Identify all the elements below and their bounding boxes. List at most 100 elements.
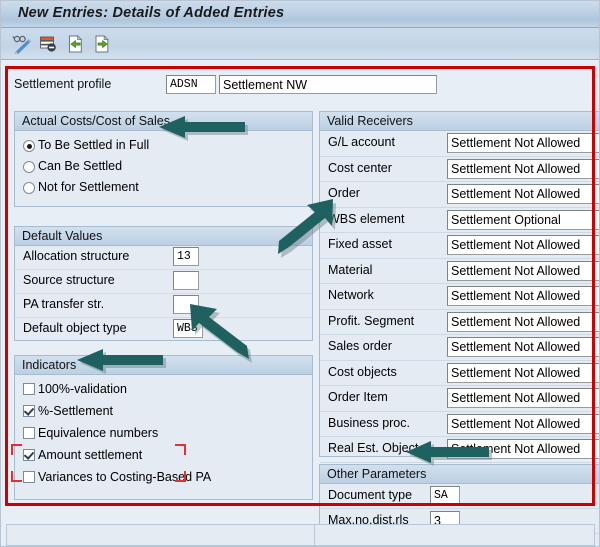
panel-default-values-title: Default Values: [22, 229, 103, 243]
receiver-row-wbs-element: WBS element Settlement Optional: [320, 208, 599, 233]
select-cost-center[interactable]: Settlement Not Allowed: [447, 158, 599, 179]
label-document-type: Document type: [328, 488, 413, 502]
label-network: Network: [328, 288, 374, 302]
label-cost-center: Cost center: [328, 160, 392, 175]
settlement-profile-row: Settlement profile ADSN Settlement NW: [14, 75, 444, 95]
panel-default-values-header: Default Values: [15, 227, 312, 246]
receiver-row-network: Network Settlement Not Allowed: [320, 284, 599, 310]
radio-can-be-settled[interactable]: [23, 161, 35, 173]
delete-row-icon[interactable]: [39, 34, 59, 54]
receiver-row-order: Order Settlement Not Allowed: [320, 182, 599, 208]
radio-row-can-be-settled[interactable]: Can Be Settled: [15, 157, 312, 178]
copy-previous-icon[interactable]: [66, 34, 86, 54]
checkbox-row-amount-settlement[interactable]: Amount settlement: [15, 445, 312, 467]
select-real-est-object[interactable]: Settlement Not Allowed: [447, 439, 599, 459]
panel-default-values: Default Values Allocation structure 13 S…: [14, 226, 313, 341]
checkbox-row-100-validation[interactable]: 100%-validation: [15, 379, 312, 401]
label-business-proc: Business proc.: [328, 415, 410, 430]
label-source-structure: Source structure: [23, 273, 115, 287]
select-business-proc[interactable]: Settlement Not Allowed: [447, 413, 599, 434]
checkbox-row-percent-settlement[interactable]: %-Settlement: [15, 401, 312, 423]
radio-row-not-for-settlement[interactable]: Not for Settlement: [15, 178, 312, 199]
radio-label-1: Can Be Settled: [38, 159, 123, 173]
checkbox-variances-costing-based-pa[interactable]: [23, 471, 35, 483]
receiver-row-business-proc: Business proc. Settlement Not Allowed: [320, 412, 599, 437]
panel-actual-costs-body: To Be Settled in Full Can Be Settled Not…: [15, 131, 312, 199]
select-material[interactable]: Settlement Not Allowed: [447, 260, 599, 281]
label-material: Material: [328, 262, 373, 277]
select-profit-segment[interactable]: Settlement Not Allowed: [447, 311, 599, 332]
input-allocation-structure[interactable]: 13: [173, 247, 199, 266]
select-order-item[interactable]: Settlement Not Allowed: [447, 388, 599, 408]
panel-actual-costs: Actual Costs/Cost of Sales To Be Settled…: [14, 111, 313, 207]
input-source-structure[interactable]: [173, 271, 199, 290]
radio-label-2: Not for Settlement: [38, 180, 139, 194]
label-profit-segment: Profit. Segment: [328, 313, 415, 328]
label-fixed-asset: Fixed asset: [328, 237, 392, 251]
receiver-row-order-item: Order Item Settlement Not Allowed: [320, 386, 599, 412]
settlement-profile-label: Settlement profile: [14, 77, 112, 91]
checkbox-100-validation[interactable]: [23, 383, 35, 395]
input-document-type[interactable]: SA: [430, 486, 460, 505]
checkbox-percent-settlement[interactable]: [23, 405, 35, 417]
param-row-document-type: Document type SA: [320, 484, 599, 509]
receiver-row-gl-account: G/L account Settlement Not Allowed: [320, 131, 599, 157]
label-cost-objects: Cost objects: [328, 364, 397, 379]
checkbox-row-variances-costing-based-pa[interactable]: Variances to Costing-Based PA: [15, 467, 312, 489]
bottom-strip: [6, 524, 595, 546]
receiver-row-cost-objects: Cost objects Settlement Not Allowed: [320, 361, 599, 386]
display-change-icon[interactable]: [12, 34, 32, 55]
settlement-profile-name-input[interactable]: Settlement NW: [219, 75, 437, 94]
checkbox-amount-settlement[interactable]: [23, 449, 35, 461]
input-default-object-type[interactable]: WBS: [173, 319, 203, 338]
checkbox-row-equivalence-numbers[interactable]: Equivalence numbers: [15, 423, 312, 445]
label-gl-account: G/L account: [328, 135, 395, 149]
panel-valid-receivers-body: G/L account Settlement Not Allowed Cost …: [320, 131, 599, 463]
sap-screen: New Entries: Details of Added Entries Se…: [0, 0, 600, 547]
toolbar: [1, 28, 599, 60]
receiver-row-sales-order: Sales order Settlement Not Allowed: [320, 335, 599, 361]
field-row-allocation-structure: Allocation structure 13: [15, 246, 312, 270]
input-pa-transfer-str[interactable]: [173, 295, 199, 314]
label-default-object-type: Default object type: [23, 321, 127, 335]
select-cost-objects[interactable]: Settlement Not Allowed: [447, 362, 599, 383]
select-fixed-asset[interactable]: Settlement Not Allowed: [447, 235, 599, 255]
select-sales-order[interactable]: Settlement Not Allowed: [447, 337, 599, 357]
panel-other-parameters-title: Other Parameters: [327, 467, 427, 481]
form-content: Settlement profile ADSN Settlement NW Ac…: [6, 67, 599, 546]
settlement-profile-code-input[interactable]: ADSN: [166, 75, 216, 94]
panel-valid-receivers-header: Valid Receivers: [320, 112, 599, 131]
window-titlebar: New Entries: Details of Added Entries: [1, 1, 599, 28]
label-wbs-element: WBS element: [328, 211, 405, 226]
receiver-row-fixed-asset: Fixed asset Settlement Not Allowed: [320, 233, 599, 259]
select-order[interactable]: Settlement Not Allowed: [447, 184, 599, 204]
checkbox-label-4: Variances to Costing-Based PA: [38, 470, 212, 484]
label-order-item: Order Item: [328, 390, 388, 404]
panel-actual-costs-header: Actual Costs/Cost of Sales: [15, 112, 312, 131]
page-title: New Entries: Details of Added Entries: [18, 5, 285, 21]
panel-default-values-body: Allocation structure 13 Source structure…: [15, 246, 312, 341]
panel-valid-receivers: Valid Receivers G/L account Settlement N…: [319, 111, 599, 463]
bottom-strip-divider: [314, 525, 315, 545]
radio-to-be-settled-in-full[interactable]: [23, 140, 35, 152]
radio-row-settled-in-full[interactable]: To Be Settled in Full: [15, 136, 312, 157]
label-real-est-object: Real Est. Object: [328, 441, 419, 455]
checkbox-label-0: 100%-validation: [38, 382, 127, 396]
panel-indicators-header: Indicators: [15, 356, 312, 375]
panel-indicators-body: 100%-validation %-Settlement Equivalence…: [15, 375, 312, 489]
field-row-source-structure: Source structure: [15, 270, 312, 294]
copy-next-icon[interactable]: [93, 34, 113, 54]
receiver-row-cost-center: Cost center Settlement Not Allowed: [320, 157, 599, 182]
panel-valid-receivers-title: Valid Receivers: [327, 114, 413, 128]
checkbox-label-1: %-Settlement: [38, 404, 114, 418]
checkbox-label-2: Equivalence numbers: [38, 426, 159, 440]
radio-not-for-settlement[interactable]: [23, 182, 35, 194]
checkbox-label-3: Amount settlement: [38, 448, 143, 462]
panel-actual-costs-title: Actual Costs/Cost of Sales: [22, 114, 170, 128]
select-network[interactable]: Settlement Not Allowed: [447, 286, 599, 306]
select-wbs-element[interactable]: Settlement Optional: [447, 209, 599, 230]
field-row-default-object-type: Default object type WBS: [15, 318, 312, 341]
receiver-row-profit-segment: Profit. Segment Settlement Not Allowed: [320, 310, 599, 335]
checkbox-equivalence-numbers[interactable]: [23, 427, 35, 439]
select-gl-account[interactable]: Settlement Not Allowed: [447, 133, 599, 153]
